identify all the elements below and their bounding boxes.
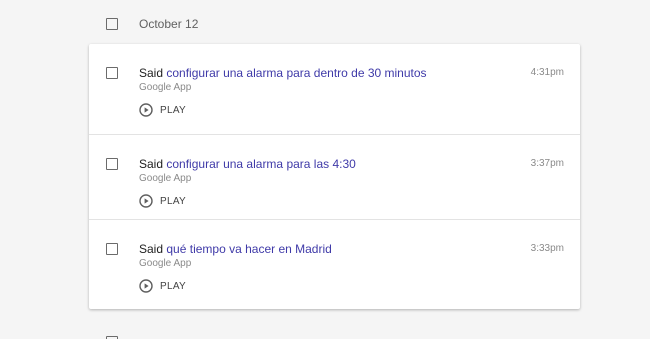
play-label: PLAY: [160, 104, 187, 116]
play-label: PLAY: [160, 195, 187, 207]
activity-card: Said configurar una alarma para dentro d…: [89, 44, 580, 309]
entry-select-checkbox[interactable]: [106, 158, 118, 170]
entry-select-checkbox[interactable]: [106, 67, 118, 79]
entry-time: 3:33pm: [530, 243, 564, 254]
play-circle-icon: [139, 279, 153, 293]
entry-prefix: Said: [139, 157, 164, 171]
play-button[interactable]: PLAY: [139, 103, 186, 117]
play-circle-icon: [139, 103, 153, 117]
entry-time: 3:37pm: [530, 158, 564, 169]
play-label: PLAY: [160, 280, 187, 292]
entry-query-link[interactable]: qué tiempo va hacer en Madrid: [166, 242, 331, 256]
entry-select-checkbox[interactable]: [106, 243, 118, 255]
entry-query-link[interactable]: configurar una alarma para dentro de 30 …: [166, 66, 426, 80]
entry-time: 4:31pm: [530, 67, 564, 78]
entry-source: Google App: [139, 82, 192, 93]
entry-title: Said configurar una alarma para dentro d…: [139, 66, 427, 80]
entry-title: Said qué tiempo va hacer en Madrid: [139, 242, 332, 256]
activity-entry: Said qué tiempo va hacer en Madrid Googl…: [89, 219, 580, 304]
day-header: October 12: [89, 0, 580, 44]
activity-page: October 12 Said configurar una alarma pa…: [0, 0, 650, 339]
play-button[interactable]: PLAY: [139, 279, 186, 293]
entry-prefix: Said: [139, 66, 164, 80]
play-button[interactable]: PLAY: [139, 194, 186, 208]
day-select-checkbox[interactable]: [106, 18, 118, 30]
activity-entry: Said configurar una alarma para dentro d…: [89, 44, 580, 129]
entry-prefix: Said: [139, 242, 164, 256]
entry-query-link[interactable]: configurar una alarma para las 4:30: [166, 157, 355, 171]
entry-source: Google App: [139, 173, 192, 184]
activity-entry: Said configurar una alarma para las 4:30…: [89, 134, 580, 219]
play-circle-icon: [139, 194, 153, 208]
entry-title: Said configurar una alarma para las 4:30: [139, 157, 356, 171]
day-title: October 12: [139, 17, 199, 31]
entry-source: Google App: [139, 258, 192, 269]
